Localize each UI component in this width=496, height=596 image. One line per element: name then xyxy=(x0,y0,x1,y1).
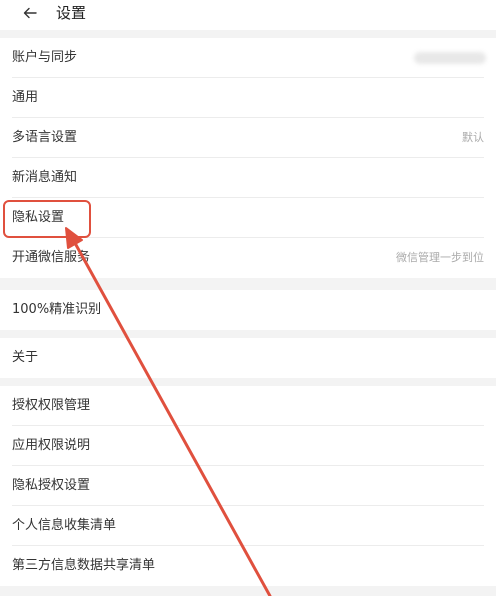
settings-item-label: 隐私授权设置 xyxy=(12,478,91,493)
arrow-left-icon xyxy=(23,7,37,19)
annotation-highlight-box xyxy=(3,200,91,238)
page-title: 设置 xyxy=(56,4,87,22)
settings-page: 设置 账户与同步 通用 多语言设置 默认 新消息通知 隐私设置 开通微信服务 微… xyxy=(0,0,496,596)
settings-item-about[interactable]: 关于 xyxy=(0,338,496,378)
settings-item-account-sync[interactable]: 账户与同步 xyxy=(0,38,496,78)
settings-item-personal-info-list[interactable]: 个人信息收集清单 xyxy=(0,506,496,546)
top-bar: 设置 xyxy=(0,0,496,30)
settings-item-recognition[interactable]: 100%精准识别 xyxy=(0,290,496,330)
settings-item-third-party-sharing[interactable]: 第三方信息数据共享清单 xyxy=(0,546,496,586)
settings-item-label: 关于 xyxy=(12,350,39,365)
settings-group-recognition: 100%精准识别 xyxy=(0,290,496,330)
settings-group-about: 关于 xyxy=(0,338,496,378)
settings-item-privacy-authorization[interactable]: 隐私授权设置 xyxy=(0,466,496,506)
account-value-blurred xyxy=(414,52,486,64)
settings-item-value: 微信管理一步到位 xyxy=(396,251,484,264)
settings-item-permission-description[interactable]: 应用权限说明 xyxy=(0,426,496,466)
settings-item-label: 开通微信服务 xyxy=(12,250,91,265)
settings-group-main: 账户与同步 通用 多语言设置 默认 新消息通知 隐私设置 开通微信服务 微信管理… xyxy=(0,38,496,278)
settings-item-language[interactable]: 多语言设置 默认 xyxy=(0,118,496,158)
settings-item-label: 通用 xyxy=(12,90,39,105)
back-button[interactable] xyxy=(18,2,42,24)
settings-item-notifications[interactable]: 新消息通知 xyxy=(0,158,496,198)
settings-item-permission-management[interactable]: 授权权限管理 xyxy=(0,386,496,426)
settings-item-general[interactable]: 通用 xyxy=(0,78,496,118)
settings-item-wechat-service[interactable]: 开通微信服务 微信管理一步到位 xyxy=(0,238,496,278)
settings-item-label: 授权权限管理 xyxy=(12,398,91,413)
settings-item-label: 第三方信息数据共享清单 xyxy=(12,558,156,573)
settings-item-label: 账户与同步 xyxy=(12,50,78,65)
settings-item-label: 个人信息收集清单 xyxy=(12,518,117,533)
settings-item-label: 应用权限说明 xyxy=(12,438,91,453)
settings-item-label: 新消息通知 xyxy=(12,170,78,185)
settings-group-permissions: 授权权限管理 应用权限说明 隐私授权设置 个人信息收集清单 第三方信息数据共享清… xyxy=(0,386,496,586)
settings-item-label: 多语言设置 xyxy=(12,130,78,145)
settings-item-value: 默认 xyxy=(462,131,484,144)
settings-item-label: 100%精准识别 xyxy=(12,302,102,317)
